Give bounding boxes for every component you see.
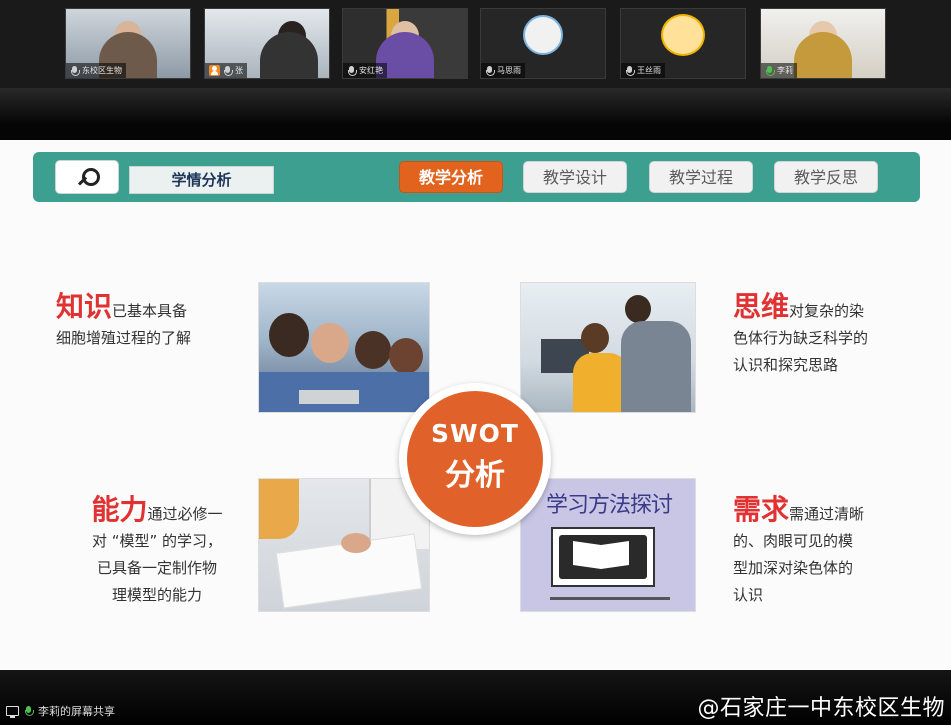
knowledge-block: 知识已基本具备 细胞增殖过程的了解 xyxy=(56,292,246,352)
microphone-active-icon xyxy=(765,65,775,76)
participant-namebar: 安红艳 xyxy=(343,63,387,78)
learning-method-title: 学习方法探讨 xyxy=(545,493,673,518)
magnifier-icon xyxy=(77,167,101,191)
participant-tile[interactable]: 李莉 xyxy=(760,8,886,79)
participant-tile[interactable]: 东校区生物 xyxy=(65,8,191,79)
participant-namebar: 张 xyxy=(205,63,247,78)
participant-name: 安红艳 xyxy=(359,66,383,75)
thinking-text: 认识和探究思路 xyxy=(733,356,839,374)
tab-teaching-design[interactable]: 教学设计 xyxy=(523,161,627,193)
microphone-icon xyxy=(223,65,233,76)
demand-keyword: 需求 xyxy=(733,493,790,526)
participant-tile[interactable]: 张 xyxy=(204,8,330,79)
demand-block: 需求需通过清晰 的、肉眼可见的模 型加深对染色体的 认识 xyxy=(733,495,933,609)
thinking-block: 思维对复杂的染 色体行为缺乏科学的 认识和探究思路 xyxy=(733,292,933,379)
participant-namebar: 李莉 xyxy=(761,63,797,78)
share-status-text: 李莉的屏幕共享 xyxy=(38,705,115,718)
book-caption-lines xyxy=(535,597,685,600)
participant-tile[interactable]: 安红艳 xyxy=(342,8,468,79)
swot-inner-circle: SWOT 分析 xyxy=(407,391,543,527)
microphone-icon xyxy=(485,65,495,76)
ability-keyword: 能力 xyxy=(91,493,148,526)
watermark: @石家庄一中东校区生物 xyxy=(697,696,945,721)
knowledge-lead: 已基本具备 xyxy=(112,302,188,320)
participant-avatar xyxy=(523,15,563,55)
shared-slide: 学情分析 教学分析 教学设计 教学过程 教学反思 知识已基本具备 细胞增殖过程的… xyxy=(0,140,951,670)
participant-namebar: 王丝雨 xyxy=(621,63,665,78)
students-photo xyxy=(258,282,430,413)
demand-text: 的、肉眼可见的模 xyxy=(733,532,854,550)
ability-lead: 通过必修一 xyxy=(147,505,223,523)
microphone-active-icon xyxy=(24,706,34,716)
participant-namebar: 东校区生物 xyxy=(66,63,126,78)
tab-teaching-process[interactable]: 教学过程 xyxy=(649,161,753,193)
book-illustration xyxy=(551,527,655,587)
participant-tile[interactable]: 王丝雨 xyxy=(620,8,746,79)
divider-band xyxy=(0,88,951,140)
monitor-icon xyxy=(6,706,19,718)
screen-share-status[interactable]: 李莉的屏幕共享 xyxy=(6,703,115,719)
ability-text: 已具备一定制作物 xyxy=(96,559,217,577)
search-label: 学情分析 xyxy=(129,166,274,194)
search-button[interactable] xyxy=(55,160,119,194)
demand-text: 型加深对染色体的 xyxy=(733,559,854,577)
meeting-screen-share: 东校区生物 张 安红艳 马思雨 王丝雨 李莉 学情分析 教学分析 教学设计 教学… xyxy=(0,0,951,725)
participant-tile[interactable]: 马思雨 xyxy=(480,8,606,79)
participant-avatar xyxy=(661,14,705,56)
participant-name: 马思雨 xyxy=(497,66,521,75)
ability-text: 对 “模型” 的学习， xyxy=(91,532,223,550)
slide-nav-bar: 学情分析 教学分析 教学设计 教学过程 教学反思 xyxy=(33,152,920,202)
participant-name: 张 xyxy=(235,66,243,75)
participant-namebar: 马思雨 xyxy=(481,63,525,78)
learning-method-image: 学习方法探讨 xyxy=(520,478,696,612)
model-writing-photo xyxy=(258,478,430,612)
swot-badge: SWOT 分析 xyxy=(399,383,551,535)
tab-teaching-analysis[interactable]: 教学分析 xyxy=(399,161,503,193)
swot-subtitle: 分析 xyxy=(445,458,505,493)
microphone-icon xyxy=(625,65,635,76)
thinking-keyword: 思维 xyxy=(733,290,790,323)
participant-name: 东校区生物 xyxy=(82,66,122,75)
participant-name: 李莉 xyxy=(777,66,793,75)
ability-text: 理模型的能力 xyxy=(111,586,202,604)
microphone-icon xyxy=(347,65,357,76)
microphone-icon xyxy=(70,65,80,76)
participant-name: 王丝雨 xyxy=(637,66,661,75)
knowledge-text: 细胞增殖过程的了解 xyxy=(56,329,192,347)
swot-title: SWOT xyxy=(431,419,519,448)
person-icon xyxy=(209,65,220,76)
demand-lead: 需通过清晰 xyxy=(789,505,865,523)
thinking-text: 色体行为缺乏科学的 xyxy=(733,329,869,347)
thinking-lead: 对复杂的染 xyxy=(789,302,865,320)
knowledge-keyword: 知识 xyxy=(56,290,113,323)
ability-block: 能力通过必修一 对 “模型” 的学习， 已具备一定制作物 理模型的能力 xyxy=(62,495,252,609)
teacher-student-photo xyxy=(520,282,696,413)
participant-strip: 东校区生物 张 安红艳 马思雨 王丝雨 李莉 xyxy=(0,0,951,88)
tab-teaching-reflection[interactable]: 教学反思 xyxy=(774,161,878,193)
demand-text: 认识 xyxy=(733,586,764,604)
